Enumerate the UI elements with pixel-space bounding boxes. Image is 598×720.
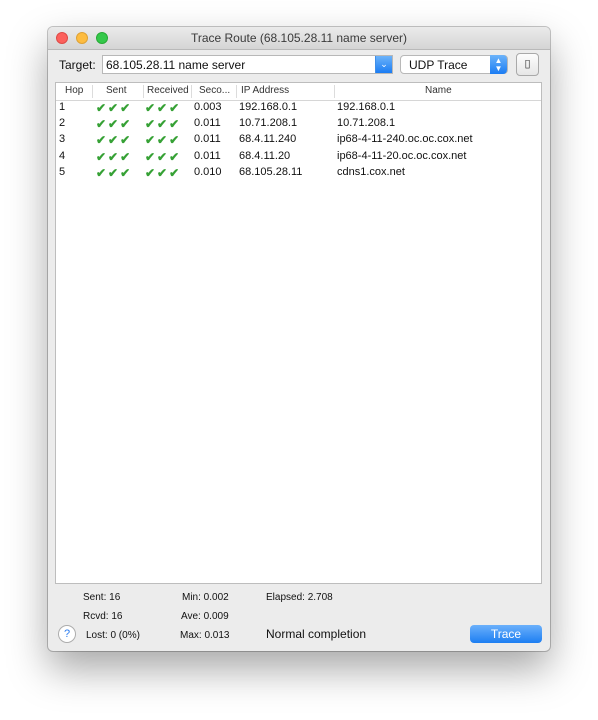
copy-icon: ▯ <box>524 58 531 70</box>
ip-address-cell: 68.105.28.11 <box>239 165 303 178</box>
received-checkmark-icon: ✔✔✔ <box>145 133 182 148</box>
name-cell: 192.168.0.1 <box>337 101 396 113</box>
received-checkmark-icon: ✔✔✔ <box>145 101 182 115</box>
column-header-ip-address[interactable]: IP Address <box>241 85 289 96</box>
trace-route-window: Trace Route (68.105.28.11 name server) T… <box>48 27 550 651</box>
copy-button[interactable]: ▯ <box>516 53 539 76</box>
target-label: Target: <box>59 58 96 72</box>
hop-cell: 4 <box>59 149 66 162</box>
hop-cell: 2 <box>59 117 66 130</box>
name-cell: cdns1.cox.net <box>337 165 405 178</box>
status-text: Normal completion <box>266 627 367 641</box>
chevron-down-icon[interactable]: ⌄ <box>375 56 392 73</box>
received-count: Rcvd: 16 <box>83 611 123 622</box>
trace-button[interactable]: Trace <box>470 625 542 643</box>
max-time: Max: 0.013 <box>180 630 230 641</box>
column-header-sent[interactable]: Sent <box>106 85 127 96</box>
sent-checkmark-icon: ✔✔✔ <box>96 149 133 164</box>
column-header-seconds[interactable]: Seco... <box>199 85 230 96</box>
received-checkmark-icon: ✔✔✔ <box>145 149 182 164</box>
sent-checkmark-icon: ✔✔✔ <box>96 133 133 148</box>
trace-type-value: UDP Trace <box>409 58 468 72</box>
seconds-cell: 0.011 <box>194 149 221 162</box>
hop-cell: 5 <box>59 165 66 178</box>
table-row[interactable]: 3 ✔✔✔ ✔✔✔ 0.011 68.4.11.240 ip68-4-11-240.oc.… <box>56 132 541 148</box>
seconds-cell: 0.011 <box>194 133 221 146</box>
title-bar: Trace Route (68.105.28.11 name server) <box>48 27 550 50</box>
average-time: Ave: 0.009 <box>181 611 229 622</box>
trace-type-popup[interactable]: UDP Trace ▲ ▼ <box>400 55 508 74</box>
received-checkmark-icon: ✔✔✔ <box>145 165 182 180</box>
sent-count: Sent: 16 <box>83 592 121 603</box>
min-time: Min: 0.002 <box>182 592 229 603</box>
hop-cell: 3 <box>59 133 66 146</box>
column-header-hop[interactable]: Hop <box>65 85 83 96</box>
name-cell: ip68-4-11-20.oc.oc.cox.net <box>337 149 467 162</box>
hop-cell: 1 <box>59 101 66 113</box>
table-row[interactable]: 2 ✔✔✔ ✔✔✔ 0.011 10.71.208.1 10.71.208.1 <box>56 116 541 132</box>
results-table: Hop Sent Received Seco... IP Address Nam… <box>55 82 542 584</box>
table-row[interactable]: 1 ✔✔✔ ✔✔✔ 0.003 192.168.0.1 192.168.0.1 <box>56 100 541 116</box>
table-header: Hop Sent Received Seco... IP Address Nam… <box>56 83 541 101</box>
sent-checkmark-icon: ✔✔✔ <box>96 101 133 115</box>
target-input[interactable]: 68.105.28.11 name server <box>106 58 245 72</box>
ip-address-cell: 10.71.208.1 <box>239 117 298 130</box>
window-title: Trace Route (68.105.28.11 name server) <box>190 31 408 45</box>
ip-address-cell: 68.4.11.20 <box>239 149 291 162</box>
table-row[interactable]: 4 ✔✔✔ ✔✔✔ 0.011 68.4.11.20 ip68-4-11-20.oc.oc… <box>56 149 541 165</box>
name-cell: 10.71.208.1 <box>337 117 396 130</box>
column-header-received[interactable]: Received <box>147 85 189 96</box>
table-row[interactable]: 5 ✔✔✔ ✔✔✔ 0.010 68.105.28.11 cdns1.cox.net <box>56 165 541 181</box>
seconds-cell: 0.003 <box>194 101 222 113</box>
lost-count: Lost: 0 (0%) <box>86 630 140 641</box>
seconds-cell: 0.010 <box>194 165 222 178</box>
elapsed-time: Elapsed: 2.708 <box>266 592 333 603</box>
name-cell: ip68-4-11-240.oc.oc.cox.net <box>337 133 473 146</box>
up-down-chevron-icon[interactable]: ▲ ▼ <box>490 55 507 74</box>
target-combobox[interactable]: 68.105.28.11 name server ⌄ <box>102 55 393 74</box>
ip-address-cell: 192.168.0.1 <box>239 101 298 113</box>
sent-checkmark-icon: ✔✔✔ <box>96 117 133 132</box>
ip-address-cell: 68.4.11.240 <box>239 133 297 146</box>
help-button[interactable]: ? <box>58 625 76 643</box>
sent-checkmark-icon: ✔✔✔ <box>96 165 133 180</box>
seconds-cell: 0.011 <box>194 117 221 130</box>
column-header-name[interactable]: Name <box>425 85 452 96</box>
received-checkmark-icon: ✔✔✔ <box>145 117 182 132</box>
